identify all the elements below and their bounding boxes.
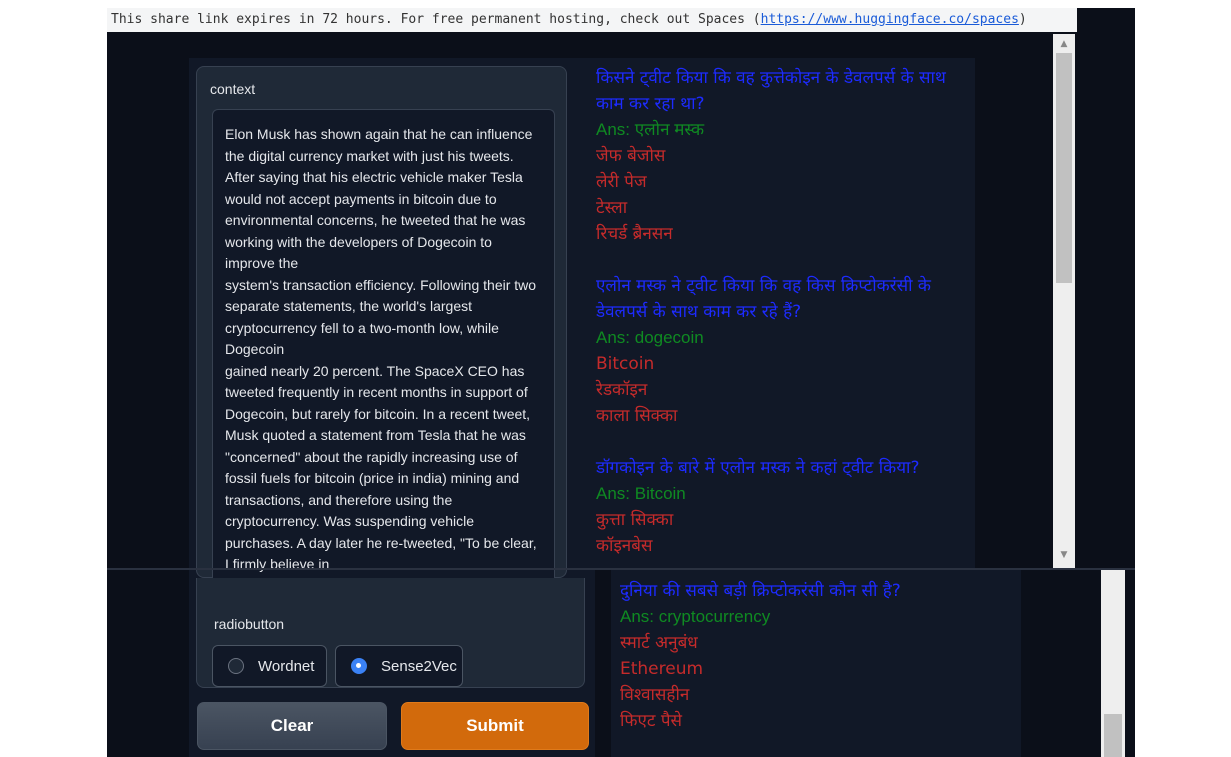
question-text: किसने ट्वीट किया कि वह कुत्तेकोइन के डेव… — [596, 68, 946, 114]
input-panel: context Elon Musk has shown again that h… — [189, 58, 595, 757]
context-block: context Elon Musk has shown again that h… — [196, 66, 567, 579]
radio-option-label: Sense2Vec — [381, 657, 457, 675]
distractor-option: टेस्ला — [596, 198, 628, 218]
radio-option-label: Wordnet — [258, 657, 315, 675]
share-banner-text: This share link expires in 72 hours. For… — [111, 12, 761, 27]
distractor-option: फिएट पैसे — [620, 711, 683, 731]
distractor-option: काला सिक्का — [596, 406, 678, 426]
share-banner-suffix: ) — [1018, 12, 1027, 27]
answer-text: Ans: एलोन मस्क — [596, 120, 705, 139]
context-label: context — [210, 81, 256, 97]
distractor-option: रिचर्ड ब्रैनसन — [596, 224, 673, 244]
context-textarea[interactable]: Elon Musk has shown again that he can in… — [212, 109, 555, 579]
question-text: एलोन मस्क ने ट्वीट किया कि वह किस क्रिप्… — [596, 276, 931, 322]
radio-checked-icon[interactable] — [351, 658, 367, 674]
qa-group: डॉगकोइन के बारे में एलोन मस्क ने कहां ट्… — [596, 455, 975, 559]
distractor-option: जेफ बेजोस — [596, 146, 666, 166]
output-panel-continued: दुनिया की सबसे बड़ी क्रिप्टोकरंसी कौन सी… — [611, 570, 1021, 757]
qa-group: किसने ट्वीट किया कि वह कुत्तेकोइन के डेव… — [596, 65, 975, 247]
distractor-option: विश्वासहीन — [620, 685, 690, 705]
distractor-option: कुत्ता सिक्का — [596, 510, 674, 530]
radiobutton-block: radiobutton Wordnet Sense2Vec — [196, 578, 585, 688]
radio-option-wordnet[interactable]: Wordnet — [212, 645, 327, 687]
distractor-option: लेरी पेज — [596, 172, 647, 192]
submit-button[interactable]: Submit — [401, 702, 589, 750]
answer-text: Ans: cryptocurrency — [620, 607, 771, 626]
question-text: डॉगकोइन के बारे में एलोन मस्क ने कहां ट्… — [596, 458, 920, 478]
spaces-link[interactable]: https://www.huggingface.co/spaces — [761, 12, 1019, 27]
radio-option-sense2vec[interactable]: Sense2Vec — [335, 645, 463, 687]
page-scrollbar-thumb[interactable] — [1104, 714, 1122, 757]
radiobutton-label: radiobutton — [214, 616, 285, 632]
share-link-banner: This share link expires in 72 hours. For… — [107, 8, 1077, 32]
answer-text: Ans: dogecoin — [596, 328, 704, 347]
qa-group: एलोन मस्क ने ट्वीट किया कि वह किस क्रिप्… — [596, 273, 975, 429]
output-scrollbar-thumb[interactable] — [1056, 53, 1072, 283]
question-text: दुनिया की सबसे बड़ी क्रिप्टोकरंसी कौन सी… — [620, 581, 901, 601]
app-frame: This share link expires in 72 hours. For… — [107, 8, 1135, 757]
distractor-option: कॉइनबेस — [596, 536, 653, 556]
distractor-option: Bitcoin — [596, 354, 655, 374]
clear-button[interactable]: Clear — [197, 702, 387, 750]
output-panel: किसने ट्वीट किया कि वह कुत्तेकोइन के डेव… — [587, 58, 975, 568]
radio-unchecked-icon[interactable] — [228, 658, 244, 674]
scroll-up-arrow-icon[interactable]: ▲ — [1057, 38, 1071, 50]
scroll-down-arrow-icon[interactable]: ▼ — [1057, 549, 1071, 561]
distractor-option: स्मार्ट अनुबंध — [620, 633, 698, 653]
distractor-option: Ethereum — [620, 659, 704, 679]
distractor-option: रेडकॉइन — [596, 380, 648, 400]
answer-text: Ans: Bitcoin — [596, 484, 686, 503]
